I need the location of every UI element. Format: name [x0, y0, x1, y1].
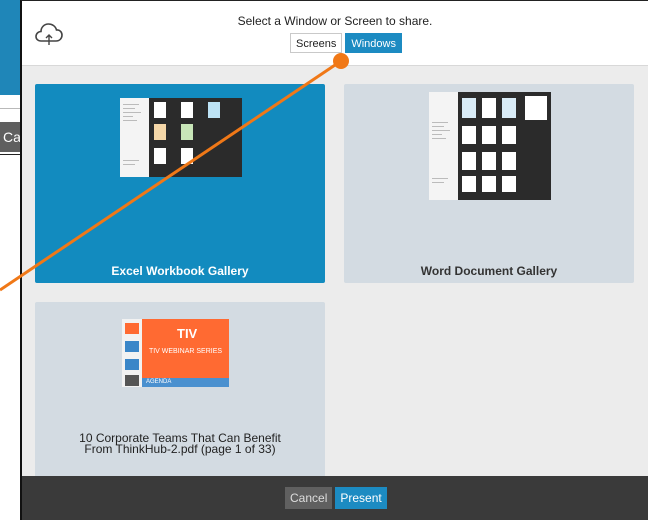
background-divider [0, 108, 20, 109]
dialog-header: Select a Window or Screen to share. Scre… [22, 1, 648, 66]
pdf-band-label: AGENDA [146, 379, 172, 385]
pdf-logo: TIV [177, 326, 198, 341]
thumbnail-sidebar [120, 98, 151, 177]
window-title: Excel Workbook Gallery [111, 264, 249, 278]
excel-thumbnail [120, 98, 242, 177]
source-toggle: Screens Windows [290, 33, 402, 53]
window-title-line2: From ThinkHub-2.pdf (page 1 of 33) [84, 442, 276, 456]
footer-buttons: Cancel Present [285, 487, 387, 509]
pdf-agenda-band: AGENDA [142, 378, 229, 387]
windows-tab[interactable]: Windows [345, 33, 402, 53]
thumbnail-main [458, 92, 551, 200]
pdf-page: TIV TIV WEBINAR SERIES [142, 319, 229, 387]
pdf-page-strip [122, 319, 142, 387]
pdf-thumbnail: TIV TIV WEBINAR SERIES AGENDA [122, 319, 229, 387]
dialog-prompt: Select a Window or Screen to share. [237, 14, 433, 28]
background-cancel-button[interactable]: Ca [0, 122, 20, 152]
pdf-series-title: TIV WEBINAR SERIES [148, 348, 223, 355]
screens-tab[interactable]: Screens [290, 33, 343, 53]
background-cancel-label: Ca [3, 129, 20, 145]
share-dialog: Select a Window or Screen to share. Scre… [20, 0, 648, 520]
word-thumbnail [429, 92, 551, 200]
window-card-word[interactable]: Word Document Gallery [344, 84, 634, 283]
window-grid: Excel Workbook Gallery Word Document Gal… [22, 66, 648, 501]
background-app-panel [0, 0, 20, 95]
window-title: Word Document Gallery [420, 264, 558, 278]
present-button[interactable]: Present [335, 487, 387, 509]
thumbnail-sidebar [429, 92, 460, 200]
window-card-excel[interactable]: Excel Workbook Gallery [35, 84, 325, 283]
thumbnail-main [149, 98, 242, 177]
dialog-footer: Cancel Present [22, 476, 648, 520]
window-card-pdf[interactable]: TIV TIV WEBINAR SERIES AGENDA 10 Corpora… [35, 302, 325, 501]
background-divider-2 [0, 154, 20, 155]
cancel-button[interactable]: Cancel [285, 487, 333, 509]
